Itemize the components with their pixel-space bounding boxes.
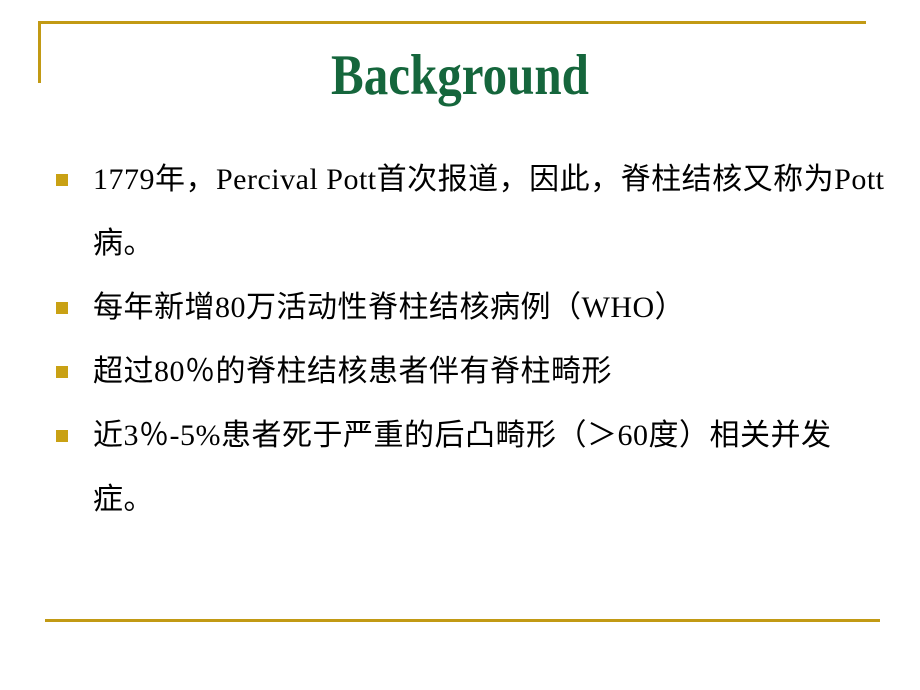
slide-title: Background	[331, 44, 589, 107]
presentation-slide: Background 1779年，Percival Pott首次报道，因此，脊柱…	[0, 0, 920, 690]
list-item-text: 超过80％的脊柱结核患者伴有脊柱畸形	[93, 355, 612, 388]
list-item: 近3％-5%患者死于严重的后凸畸形（＞60度）相关并发症。	[50, 404, 890, 532]
bottom-accent-rule	[45, 619, 880, 622]
list-item: 1779年，Percival Pott首次报道，因此，脊柱结核又称为Pott病。	[50, 148, 890, 276]
list-item: 每年新增80万活动性脊柱结核病例（WHO）	[50, 276, 890, 340]
list-item-text: 近3％-5%患者死于严重的后凸畸形（＞60度）相关并发症。	[93, 419, 832, 516]
bullet-list: 1779年，Percival Pott首次报道，因此，脊柱结核又称为Pott病。…	[50, 148, 890, 532]
top-accent-rule	[38, 21, 866, 24]
left-accent-rule	[38, 21, 41, 83]
square-bullet-icon	[56, 174, 68, 186]
square-bullet-icon	[56, 430, 68, 442]
square-bullet-icon	[56, 302, 68, 314]
list-item-text: 1779年，Percival Pott首次报道，因此，脊柱结核又称为Pott病。	[93, 163, 885, 260]
square-bullet-icon	[56, 366, 68, 378]
list-item-text: 每年新增80万活动性脊柱结核病例（WHO）	[93, 291, 686, 324]
list-item: 超过80％的脊柱结核患者伴有脊柱畸形	[50, 340, 890, 404]
